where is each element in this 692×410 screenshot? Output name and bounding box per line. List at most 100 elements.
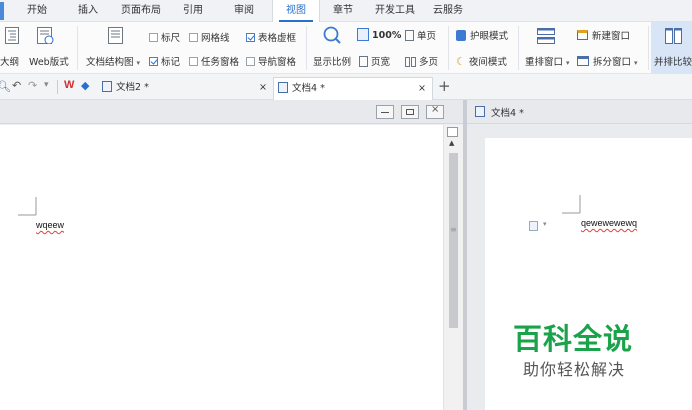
split-window-icon <box>577 56 589 66</box>
left-document-page[interactable]: wqeew <box>0 125 443 410</box>
close-icon[interactable]: × <box>418 78 426 100</box>
tab-references[interactable]: 引用 <box>183 0 203 22</box>
app-menu-edge[interactable] <box>0 2 4 20</box>
outline-label: 大纲 <box>0 57 20 68</box>
doc-tab-4-title: 文档4 * <box>292 83 325 94</box>
task-pane-checkbox[interactable]: 任务窗格 <box>189 54 239 68</box>
ruler-check-icon <box>149 33 158 42</box>
close-button[interactable]: × <box>426 104 444 119</box>
tab-home[interactable]: 开始 <box>27 0 47 22</box>
menu-bar: 开始 插入 页面布局 引用 审阅 视图 章节 开发工具 云服务 <box>0 0 692 22</box>
wps-logo-icon[interactable]: W <box>64 79 74 91</box>
doc-structure-label: 文档结构图 ▾ <box>86 54 140 68</box>
page-width-icon <box>359 56 368 67</box>
one-page-button[interactable]: 单页 <box>405 28 436 42</box>
left-document-text[interactable]: wqeew <box>36 220 64 230</box>
doc-tab-4[interactable]: 文档4 * × <box>273 77 433 100</box>
marks-checkbox[interactable]: 标记 <box>149 54 180 68</box>
chevron-down-icon[interactable]: ▾ <box>137 59 141 67</box>
multi-page-icon-b <box>411 57 416 67</box>
table-gridlines-checkbox[interactable]: 表格虚框 <box>246 30 296 44</box>
arrange-window-text: 重排窗口 <box>525 57 564 68</box>
tab-insert[interactable]: 插入 <box>78 0 98 22</box>
cube-icon[interactable]: ◆ <box>81 79 89 92</box>
ribbon-separator <box>77 26 78 70</box>
quick-access-bar: 🔍︎ ↶ ↷ ▾ W ◆ 文档2 * × 文档4 * × + <box>0 74 692 100</box>
side-by-side-icon <box>665 28 682 44</box>
doc-tab-2-title: 文档2 * <box>116 82 149 93</box>
tab-developer[interactable]: 开发工具 <box>375 0 415 22</box>
outline-icon <box>5 27 19 44</box>
doc-structure-icon <box>108 27 123 44</box>
marks-check-icon <box>149 57 158 66</box>
chevron-down-icon[interactable]: ▾ <box>44 80 49 90</box>
chevron-down-icon[interactable]: ▾ <box>634 59 638 67</box>
moon-icon: ☾ <box>456 55 466 68</box>
split-window-button[interactable]: 拆分窗口 ▾ <box>577 54 638 68</box>
document-icon <box>102 81 112 92</box>
shield-icon <box>456 30 466 41</box>
doc-tab-2[interactable]: 文档2 * × <box>98 77 273 100</box>
gridlines-checkbox[interactable]: 网格线 <box>189 30 230 44</box>
multi-page-icon <box>405 57 410 67</box>
page-width-button[interactable]: 页宽 <box>359 54 390 68</box>
web-layout-label: Web版式 <box>29 57 69 68</box>
restore-icon <box>406 109 414 115</box>
redo-icon[interactable]: ↷ <box>28 79 37 92</box>
paste-options-icon[interactable] <box>529 221 538 231</box>
left-pane-titlebar: × <box>0 100 463 124</box>
quick-separator <box>57 80 58 94</box>
eye-mode-button[interactable]: 护眼模式 <box>456 28 508 42</box>
tab-view[interactable]: 视图 <box>272 0 320 22</box>
nav-pane-check-icon <box>246 57 255 66</box>
table-gridlines-check-icon <box>246 33 255 42</box>
ruler-checkbox[interactable]: 标尺 <box>149 30 180 44</box>
night-mode-button[interactable]: ☾ 夜间模式 <box>456 54 507 68</box>
restore-button[interactable] <box>401 105 419 119</box>
right-pane-title: 文档4 * <box>491 108 524 119</box>
tab-section[interactable]: 章节 <box>333 0 353 22</box>
zoom-magnifier-icon <box>323 26 341 44</box>
ribbon-separator <box>518 26 519 70</box>
arrange-window-label: 重排窗口 ▾ <box>525 54 570 68</box>
document-icon <box>475 106 485 117</box>
chevron-down-icon[interactable]: ▾ <box>566 59 570 67</box>
scroll-up-icon[interactable]: ▲ <box>449 139 454 147</box>
undo-icon[interactable]: ↶ <box>12 79 21 92</box>
tab-page-layout[interactable]: 页面布局 <box>121 0 161 22</box>
tab-review[interactable]: 审阅 <box>234 0 254 22</box>
tab-cloud[interactable]: 云服务 <box>433 0 463 22</box>
ribbon: 大纲 Web版式 文档结构图 ▾ 标尺 网格线 表格虚框 标记 任务窗格 导航窗… <box>0 22 692 74</box>
scroll-grip-icon: ≡ <box>450 225 457 234</box>
new-window-button[interactable]: 新建窗口 <box>577 28 630 42</box>
scroll-thumb[interactable] <box>449 153 458 328</box>
new-window-icon <box>577 30 588 40</box>
close-icon: × <box>431 104 440 115</box>
close-icon[interactable]: × <box>259 77 267 99</box>
chevron-down-icon[interactable]: ▾ <box>543 220 547 228</box>
left-document-pane: × wqeew ▲ ≡ <box>0 100 463 410</box>
ribbon-separator <box>306 26 307 70</box>
side-by-side-label: 并排比较 <box>654 57 692 68</box>
search-icon[interactable]: 🔍︎ <box>0 80 11 93</box>
doc-structure-text: 文档结构图 <box>86 57 134 68</box>
task-pane-check-icon <box>189 57 198 66</box>
right-document-text[interactable]: qewewewewq <box>581 218 637 228</box>
arrange-window-icon <box>537 28 555 44</box>
document-icon <box>278 82 288 93</box>
zoom-label: 显示比例 <box>313 57 352 68</box>
multi-page-button[interactable]: 多页 <box>405 54 438 68</box>
minimize-button[interactable] <box>376 105 394 119</box>
margin-corner-mark <box>562 195 581 214</box>
vertical-scrollbar[interactable]: ▲ ≡ <box>443 125 463 410</box>
side-by-side-button[interactable]: 并排比较 <box>651 22 692 74</box>
split-handle-icon[interactable] <box>447 127 458 137</box>
web-layout-icon <box>37 27 54 44</box>
ribbon-separator <box>448 26 449 70</box>
zoom-100-icon <box>357 28 369 41</box>
zoom-100-button[interactable]: 100% <box>357 28 401 41</box>
nav-pane-checkbox[interactable]: 导航窗格 <box>246 54 296 68</box>
watermark-title: 百科全说 <box>513 322 634 356</box>
one-page-icon <box>405 30 414 41</box>
add-tab-icon[interactable]: + <box>438 77 451 95</box>
